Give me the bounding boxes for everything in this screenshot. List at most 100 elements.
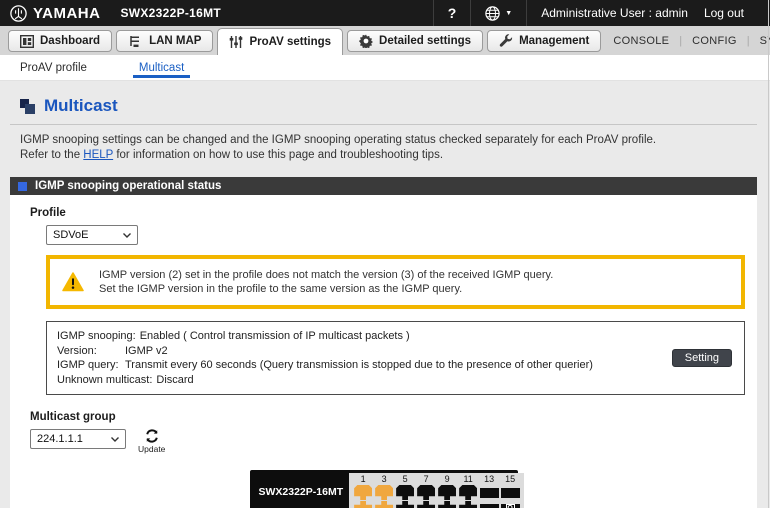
port-11 xyxy=(459,485,477,500)
port-column: 12 xyxy=(353,474,373,508)
port-number: 11 xyxy=(463,474,472,484)
profile-select[interactable]: SDVoE xyxy=(46,225,138,245)
tab-label: Management xyxy=(519,35,589,47)
port-10 xyxy=(438,501,456,508)
port-number: 5 xyxy=(403,474,408,484)
main-content: Multicast IGMP snooping settings can be … xyxy=(0,96,770,508)
port-number: 9 xyxy=(445,474,450,484)
tab-dashboard[interactable]: Dashboard xyxy=(8,30,112,52)
section-header: IGMP snooping operational status xyxy=(10,177,757,195)
wrench-icon xyxy=(499,34,513,48)
port-9 xyxy=(438,485,456,500)
tab-label: Detailed settings xyxy=(379,35,471,47)
quick-link-console[interactable]: CONSOLE xyxy=(603,35,679,47)
port-13 xyxy=(480,488,499,498)
port-column: 78 xyxy=(416,474,436,508)
warning-text: IGMP version (2) set in the profile does… xyxy=(99,268,553,296)
profile-selected-value: SDVoE xyxy=(53,229,88,241)
port-7 xyxy=(417,485,435,500)
status-row: IGMP query:Transmit every 60 seconds (Qu… xyxy=(57,358,734,373)
subtab-proav-profile[interactable]: ProAV profile xyxy=(14,55,93,80)
tab-label: ProAV settings xyxy=(249,36,331,48)
tab-detailed-settings[interactable]: Detailed settings xyxy=(347,30,483,52)
port-16-query: Q xyxy=(501,504,520,508)
sub-tab-bar: ProAV profile Multicast xyxy=(0,55,770,81)
quick-link-syslog[interactable]: SYSLOG xyxy=(750,35,770,47)
chevron-down-icon xyxy=(111,437,119,442)
tab-proav-settings[interactable]: ProAV settings xyxy=(217,28,343,55)
port-12 xyxy=(459,501,477,508)
status-row-value: Discard xyxy=(156,373,193,388)
description-line2-prefix: Refer to the xyxy=(20,149,83,161)
tab-lan-map[interactable]: LAN MAP xyxy=(116,30,213,52)
update-button[interactable]: Update xyxy=(138,428,165,454)
gear-icon xyxy=(359,34,373,48)
section-bullet-icon xyxy=(18,182,27,191)
status-row-value: Transmit every 60 seconds (Query transmi… xyxy=(125,358,593,373)
chevron-down-icon xyxy=(123,233,131,238)
caret-down-icon: ▼ xyxy=(505,10,512,17)
status-row-label: Version: xyxy=(57,344,125,359)
warning-banner: IGMP version (2) set in the profile does… xyxy=(46,255,745,309)
port-panel: 123456789101112131415Q16 xyxy=(349,473,524,508)
multicast-group-row: 224.1.1.1 Update xyxy=(30,429,747,454)
subtab-multicast[interactable]: Multicast xyxy=(133,55,190,80)
quick-link-config[interactable]: CONFIG xyxy=(682,35,747,47)
dashboard-icon xyxy=(20,35,34,48)
warning-line2: Set the IGMP version in the profile to t… xyxy=(99,282,553,296)
port-number: 7 xyxy=(424,474,429,484)
port-column: 1314 xyxy=(479,474,499,508)
description-line2-suffix: for information on how to use this page … xyxy=(113,149,443,161)
tab-management[interactable]: Management xyxy=(487,30,601,52)
user-session: Administrative User : admin Log out xyxy=(526,0,760,26)
warning-triangle-icon xyxy=(62,272,84,292)
yamaha-logo-icon xyxy=(10,5,27,22)
query-badge: Q xyxy=(506,504,515,508)
status-row-label: IGMP snooping: xyxy=(57,329,140,344)
port-14 xyxy=(480,504,499,508)
port-number: 13 xyxy=(484,474,494,484)
status-row-value: Enabled ( Control transmission of IP mul… xyxy=(140,329,410,344)
port-column: 15Q16 xyxy=(500,474,520,508)
setting-button[interactable]: Setting xyxy=(672,349,732,367)
title-divider xyxy=(10,124,757,125)
logout-button[interactable]: Log out xyxy=(704,6,746,20)
language-button[interactable]: ▼ xyxy=(470,0,526,26)
description-line1: IGMP snooping settings can be changed an… xyxy=(20,134,656,146)
port-column: 1112 xyxy=(458,474,478,508)
brand: YAMAHA SWX2322P-16MT xyxy=(10,5,221,22)
tab-label: LAN MAP xyxy=(149,35,201,47)
port-1-report xyxy=(354,485,372,500)
port-6 xyxy=(396,501,414,508)
port-2-report xyxy=(354,501,372,508)
profile-label: Profile xyxy=(30,207,747,219)
port-15 xyxy=(501,488,520,498)
switch-model-label: SWX2322P-16MT xyxy=(250,486,350,508)
main-tab-bar: Dashboard LAN MAP ProAV settings Detailed s… xyxy=(0,26,770,55)
refresh-icon xyxy=(144,428,160,444)
port-8 xyxy=(417,501,435,508)
port-number: 3 xyxy=(382,474,387,484)
status-row: IGMP snooping:Enabled ( Control transmis… xyxy=(57,329,734,344)
main-tabs: Dashboard LAN MAP ProAV settings Detailed s… xyxy=(6,28,603,55)
help-link[interactable]: HELP xyxy=(83,149,113,161)
port-column: 34 xyxy=(374,474,394,508)
multicast-group-selected-value: 224.1.1.1 xyxy=(37,433,83,445)
globe-icon xyxy=(485,6,500,21)
port-3-report xyxy=(375,485,393,500)
section-title: IGMP snooping operational status xyxy=(35,180,221,192)
page-head: Multicast xyxy=(20,96,770,116)
port-number: 15 xyxy=(505,474,515,484)
brand-name: YAMAHA xyxy=(33,5,100,22)
help-button[interactable]: ? xyxy=(433,0,471,26)
user-label: Administrative User : admin xyxy=(541,6,688,20)
status-row-label: Unknown multicast: xyxy=(57,373,156,388)
top-bar-right: ? ▼ Administrative User : admin Log out xyxy=(433,0,760,26)
page-title-icon xyxy=(20,99,35,114)
port-column: 56 xyxy=(395,474,415,508)
warning-line1: IGMP version (2) set in the profile does… xyxy=(99,268,553,282)
multicast-group-label: Multicast group xyxy=(30,411,747,423)
port-5 xyxy=(396,485,414,500)
multicast-group-select[interactable]: 224.1.1.1 xyxy=(30,429,126,449)
quick-links: CONSOLE|CONFIG|SYSLOG|TECHINFO xyxy=(603,35,770,47)
